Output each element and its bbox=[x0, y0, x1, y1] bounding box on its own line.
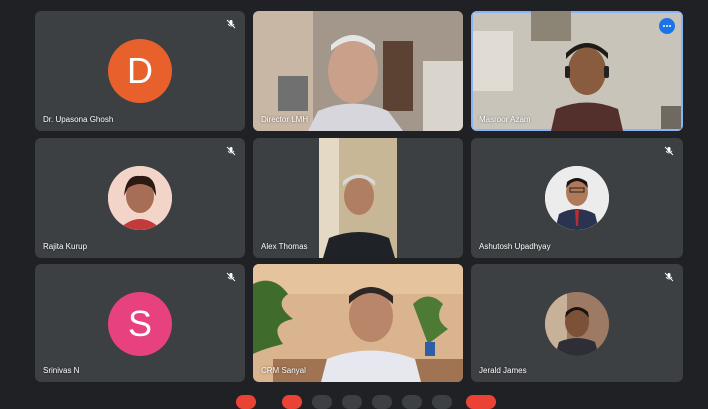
control-bar bbox=[0, 391, 708, 409]
participant-tile-director-lmh[interactable]: Director LMH bbox=[253, 11, 463, 131]
mic-button[interactable] bbox=[236, 395, 256, 409]
participant-name: Jerald James bbox=[479, 366, 527, 375]
mic-off-icon bbox=[226, 146, 236, 156]
participant-name: Dr. Upasona Ghosh bbox=[43, 115, 114, 124]
participant-tile-ashutosh-upadhyay[interactable]: Ashutosh Upadhyay bbox=[471, 138, 683, 258]
participant-tile-srinivas-n[interactable]: S Srinivas N bbox=[35, 264, 245, 382]
avatar bbox=[545, 292, 609, 356]
mic-off-icon bbox=[226, 19, 236, 29]
reactions-button[interactable] bbox=[372, 395, 392, 409]
avatar-initial: D bbox=[108, 39, 172, 103]
video-feed bbox=[253, 11, 463, 131]
participant-name: CRM Sanyal bbox=[261, 366, 306, 375]
avatar-initial: S bbox=[108, 292, 172, 356]
participant-tile-crm-sanyal[interactable]: CRM Sanyal bbox=[253, 264, 463, 382]
present-button[interactable] bbox=[342, 395, 362, 409]
raise-hand-button[interactable] bbox=[402, 395, 422, 409]
captions-button[interactable] bbox=[312, 395, 332, 409]
mic-off-icon bbox=[664, 146, 674, 156]
participant-tile-upasona-ghosh[interactable]: D Dr. Upasona Ghosh bbox=[35, 11, 245, 131]
video-feed bbox=[473, 11, 681, 131]
more-options-button[interactable] bbox=[432, 395, 452, 409]
participant-name: Masroor Azam bbox=[479, 115, 531, 124]
avatar bbox=[545, 166, 609, 230]
participant-tile-rajita-kurup[interactable]: Rajita Kurup bbox=[35, 138, 245, 258]
participant-name: Ashutosh Upadhyay bbox=[479, 242, 551, 251]
avatar bbox=[108, 166, 172, 230]
mic-off-icon bbox=[226, 272, 236, 282]
video-feed bbox=[253, 264, 463, 382]
participant-tile-masroor-azam[interactable]: Masroor Azam bbox=[471, 11, 683, 131]
more-options-icon[interactable] bbox=[659, 18, 675, 34]
participant-name: Director LMH bbox=[261, 115, 309, 124]
participant-name: Alex Thomas bbox=[261, 242, 308, 251]
mic-off-icon bbox=[664, 272, 674, 282]
participant-name: Rajita Kurup bbox=[43, 242, 88, 251]
video-feed bbox=[253, 138, 463, 258]
participant-tile-alex-thomas[interactable]: Alex Thomas bbox=[253, 138, 463, 258]
camera-button[interactable] bbox=[282, 395, 302, 409]
end-call-button[interactable] bbox=[466, 395, 496, 409]
participant-tile-jerald-james[interactable]: Jerald James bbox=[471, 264, 683, 382]
participant-name: Srinivas N bbox=[43, 366, 80, 375]
